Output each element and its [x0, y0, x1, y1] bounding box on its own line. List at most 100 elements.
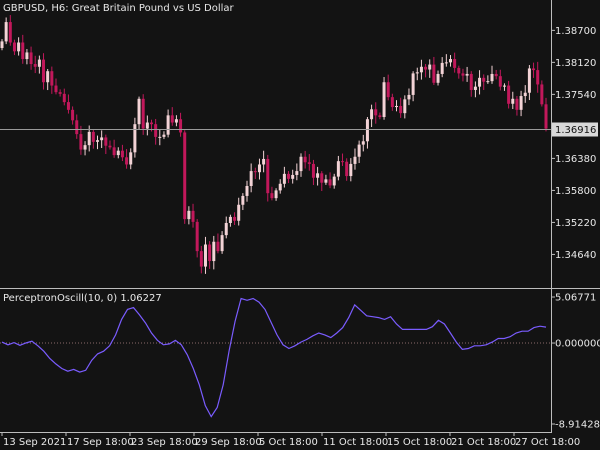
bear-candle	[386, 82, 390, 98]
bear-candle	[311, 163, 315, 178]
bull-candle	[332, 176, 336, 186]
current-price-label: 1.36916	[555, 125, 596, 136]
bull-candle	[370, 109, 374, 120]
price-pane[interactable]	[0, 15, 551, 274]
bull-candle	[203, 244, 207, 267]
oscillator-pane[interactable]	[0, 297, 551, 418]
bull-candle	[237, 204, 241, 221]
bull-candle	[299, 156, 303, 172]
time-tick-label: 29 Sep 18:00	[195, 437, 262, 448]
bear-candle	[8, 22, 12, 43]
bull-candle	[228, 216, 232, 223]
bear-candle	[79, 134, 83, 150]
bull-candle	[349, 163, 353, 177]
time-axis: 13 Sep 2021 17 Sep 18:0023 Sep 18:0029 Se…	[1, 432, 580, 448]
bear-candle	[540, 84, 544, 105]
bear-candle	[482, 77, 486, 82]
bear-candle	[390, 97, 394, 108]
bull-candle	[133, 124, 137, 153]
bear-candle	[50, 71, 54, 86]
bear-candle	[91, 131, 95, 142]
bear-candle	[183, 132, 187, 220]
bull-candle	[486, 81, 490, 83]
bull-candle	[249, 171, 253, 186]
bull-candle	[519, 96, 523, 110]
bear-candle	[457, 67, 461, 74]
bull-candle	[403, 99, 407, 114]
bull-candle	[274, 190, 278, 199]
price-tick-label: 1.35800	[555, 186, 596, 197]
bull-candle	[357, 144, 361, 157]
chart-window[interactable]: 1.38700 1.38120 1.37540 1.36380 1.35800 1.352…	[0, 0, 600, 450]
bear-candle	[125, 157, 129, 165]
bear-candle	[42, 59, 46, 83]
bear-candle	[328, 179, 332, 186]
bull-candle	[473, 86, 477, 90]
osc-tick-label: -8.91428	[555, 420, 600, 431]
bear-candle	[453, 59, 457, 68]
time-tick-label: 11 Oct 18:00	[323, 437, 388, 448]
bull-candle	[502, 85, 506, 87]
bull-candle	[4, 22, 8, 42]
chart-canvas[interactable]: 1.38700 1.38120 1.37540 1.36380 1.35800 1.352…	[0, 0, 600, 450]
osc-tick-label: 5.06771	[555, 293, 596, 304]
price-tick-label: 1.38700	[555, 26, 596, 37]
bull-candle	[448, 59, 452, 63]
time-tick-label: 27 Oct 18:00	[515, 437, 580, 448]
bull-candle	[25, 52, 29, 60]
bear-candle	[307, 162, 311, 164]
bear-candle	[104, 137, 108, 146]
bull-candle	[245, 185, 249, 196]
bull-candle	[440, 62, 444, 74]
bull-candle	[527, 68, 531, 93]
bull-candle	[419, 66, 423, 73]
bear-candle	[108, 145, 112, 148]
oscillator-axis: 5.06771 0.000000 -8.91428	[551, 293, 600, 431]
bull-candle	[436, 73, 440, 83]
bull-candle	[295, 171, 299, 175]
bull-candle	[262, 158, 266, 165]
bear-candle	[154, 124, 158, 137]
bull-candle	[511, 98, 515, 104]
bear-candle	[253, 171, 257, 173]
bear-candle	[536, 70, 540, 85]
bull-candle	[137, 98, 141, 125]
bull-candle	[37, 59, 41, 67]
bear-candle	[507, 85, 511, 104]
bull-candle	[444, 62, 448, 64]
bear-candle	[544, 104, 548, 129]
bull-candle	[87, 131, 91, 146]
bull-candle	[282, 173, 286, 184]
bear-candle	[112, 147, 116, 156]
bull-candle	[395, 105, 399, 108]
bear-candle	[233, 216, 237, 221]
bull-candle	[129, 152, 133, 165]
bull-candle	[241, 195, 245, 205]
bull-candle	[291, 174, 295, 179]
price-axis: 1.38700 1.38120 1.37540 1.36380 1.35800 1.352…	[551, 26, 598, 261]
bear-candle	[424, 66, 428, 70]
bull-candle	[187, 210, 191, 220]
bear-candle	[195, 221, 199, 252]
bull-candle	[96, 140, 100, 142]
osc-tick-label: 0.000000	[555, 339, 600, 350]
bull-candle	[353, 156, 357, 164]
bear-candle	[469, 73, 473, 90]
time-tick-label: 13 Sep 2021	[3, 437, 66, 448]
bull-candle	[428, 64, 432, 70]
price-tick-label: 1.38120	[555, 58, 596, 69]
bear-candle	[498, 76, 502, 87]
bear-candle	[378, 115, 382, 118]
bear-candle	[270, 193, 274, 199]
bear-candle	[532, 68, 536, 71]
bear-candle	[29, 52, 33, 65]
bear-candle	[341, 161, 345, 163]
time-tick-label: 23 Sep 18:00	[131, 437, 198, 448]
bull-candle	[174, 119, 178, 123]
bull-candle	[324, 179, 328, 183]
bull-candle	[0, 41, 4, 49]
time-tick-label: 17 Sep 18:00	[67, 437, 134, 448]
bear-candle	[71, 109, 75, 121]
bear-candle	[21, 42, 25, 60]
bear-candle	[399, 105, 403, 114]
